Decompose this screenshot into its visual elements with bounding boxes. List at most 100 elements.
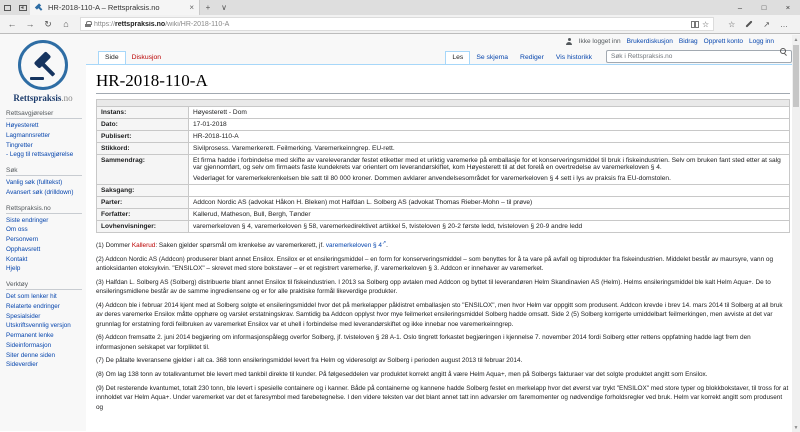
sidebar-item-personvern[interactable]: Personvern xyxy=(6,235,82,245)
sidebar-link[interactable]: Om oss xyxy=(6,225,82,235)
sidebar-link[interactable]: Kontakt xyxy=(6,255,82,265)
infobox-label: Sammendrag: xyxy=(97,155,189,185)
infobox-label: Forfatter: xyxy=(97,209,189,221)
sidebar-item-avansert-sok[interactable]: Avansert søk (drilldown) xyxy=(6,188,82,198)
tab-rediger[interactable]: Rediger xyxy=(514,52,550,64)
sidebar-link[interactable]: Avansert søk (drilldown) xyxy=(6,188,82,198)
sidebar-link[interactable]: Siter denne siden xyxy=(6,351,82,361)
sidebar-link[interactable]: - Legg til rettsavgjørelse xyxy=(6,150,82,160)
sammendrag-p2: Vederlaget for varemerkekrenkelsen ble s… xyxy=(193,175,785,182)
refresh-button[interactable]: ↻ xyxy=(40,19,56,30)
tab-vis-historikk[interactable]: Vis historikk xyxy=(550,52,598,64)
site-logo[interactable]: Rettspraksis.no xyxy=(0,38,86,103)
tab-preview-button[interactable] xyxy=(0,0,15,15)
favorites-hub-icon[interactable]: ☆ xyxy=(728,20,735,29)
share-icon[interactable]: ↗ xyxy=(763,20,770,29)
minimize-button[interactable]: – xyxy=(728,0,752,15)
search-icon[interactable] xyxy=(780,48,788,56)
paragraph-1: (1) Dommer Kallerud: Saken gjelder spørs… xyxy=(96,240,790,250)
close-button[interactable]: × xyxy=(776,0,800,15)
sidebar-link[interactable]: Spesialsider xyxy=(6,312,82,322)
web-note-pen-icon[interactable] xyxy=(746,20,753,27)
sidebar-link[interactable]: Det som lenker hit xyxy=(6,292,82,302)
judge-link[interactable]: Kallerud xyxy=(132,242,155,249)
page-title: HR-2018-110-A xyxy=(96,71,790,94)
wiki-page: Rettspraksis.no Rettsavgjørelser Høyeste… xyxy=(0,34,800,431)
article-content: HR-2018-110-A Instans: Høyesterett - Dom… xyxy=(86,64,800,431)
back-button[interactable]: ← xyxy=(4,19,20,29)
sidebar-link[interactable]: Sideverdier xyxy=(6,360,82,370)
search-input[interactable] xyxy=(606,50,792,63)
logo-name: Rettspraksis xyxy=(13,93,61,103)
set-tabs-aside-button[interactable] xyxy=(15,0,30,15)
tab-diskusjon[interactable]: Diskusjon xyxy=(126,52,167,64)
sidebar-section-rettsavgjorelser: Rettsavgjørelser Høyesterett Lagmannsret… xyxy=(0,110,86,160)
favorite-star-icon[interactable]: ☆ xyxy=(702,20,709,29)
p1-mid: : Saken gjelder spørsmål om krenkelse av… xyxy=(155,242,325,249)
sidebar-item-siter-denne-siden[interactable]: Siter denne siden xyxy=(6,351,82,361)
scrollbar-thumb[interactable] xyxy=(793,45,799,107)
sidebar-link[interactable]: Permanent lenke xyxy=(6,331,82,341)
sidebar-item-lagmannsretter[interactable]: Lagmannsretter xyxy=(6,131,82,141)
sidebar-item-siste-endringer[interactable]: Siste endringer xyxy=(6,216,82,226)
link-opprett-konto[interactable]: Opprett konto xyxy=(704,38,743,45)
sidebar-link[interactable]: Relaterte endringer xyxy=(6,302,82,312)
sidebar-link[interactable]: Personvern xyxy=(6,235,82,245)
link-brukerdiskusjon[interactable]: Brukerdiskusjon xyxy=(627,38,673,45)
tab-list-button[interactable]: ∨ xyxy=(216,0,232,15)
sidebar-link[interactable]: Lagmannsretter xyxy=(6,131,82,141)
window-controls: – □ × xyxy=(728,0,800,15)
sidebar-link[interactable]: Opphavsrett xyxy=(6,245,82,255)
sidebar-link[interactable]: Hjelp xyxy=(6,264,82,274)
infobox-header-strip xyxy=(97,100,790,107)
sidebar-item-om-oss[interactable]: Om oss xyxy=(6,225,82,235)
tab-close-icon[interactable]: × xyxy=(189,3,194,12)
home-button[interactable]: ⌂ xyxy=(58,19,74,29)
sidebar-item-relaterte-endringer[interactable]: Relaterte endringer xyxy=(6,302,82,312)
sidebar-item-opphavsrett[interactable]: Opphavsrett xyxy=(6,245,82,255)
scroll-down-icon[interactable]: ▼ xyxy=(792,423,800,432)
tab-les[interactable]: Les xyxy=(445,51,470,64)
tab-se-skjema[interactable]: Se skjema xyxy=(470,52,514,64)
tab-side[interactable]: Side xyxy=(98,51,126,64)
sidebar-item-legg-til[interactable]: - Legg til rettsavgjørelse xyxy=(6,150,82,160)
link-bidrag[interactable]: Bidrag xyxy=(679,38,698,45)
sidebar-item-vanlig-sok[interactable]: Vanlig søk (fulltekst) xyxy=(6,178,82,188)
more-options-icon[interactable]: … xyxy=(780,20,788,29)
address-bar[interactable]: https://rettspraksis.no/wiki/HR-2018-110… xyxy=(80,17,714,31)
sidebar-link[interactable]: Sideinformasjon xyxy=(6,341,82,351)
law-external-link[interactable]: varemerkeloven § 4 xyxy=(326,242,382,249)
infobox-label: Publisert: xyxy=(97,131,189,143)
sidebar-link[interactable]: Utskriftsvennlig versjon xyxy=(6,321,82,331)
browser-tab[interactable]: HR-2018-110-A – Rettspraksis.no × xyxy=(30,0,200,15)
forward-button[interactable]: → xyxy=(22,19,38,29)
sidebar-link[interactable]: Høyesterett xyxy=(6,121,82,131)
p1-pre: (1) Dommer xyxy=(96,242,132,249)
sidebar-item-kontakt[interactable]: Kontakt xyxy=(6,255,82,265)
sidebar-item-hjelp[interactable]: Hjelp xyxy=(6,264,82,274)
sidebar-link[interactable]: Siste endringer xyxy=(6,216,82,226)
row-stikkord: Stikkord: Sivilprosess. Varemerkerett. F… xyxy=(97,143,790,155)
row-forfatter: Forfatter: Kallerud, Matheson, Bull, Ber… xyxy=(97,209,790,221)
reading-view-icon[interactable] xyxy=(691,21,699,27)
maximize-button[interactable]: □ xyxy=(752,0,776,15)
sidebar-item-sideverdier[interactable]: Sideverdier xyxy=(6,360,82,370)
link-logg-inn[interactable]: Logg inn xyxy=(749,38,774,45)
new-tab-button[interactable]: + xyxy=(200,0,216,15)
infobox-value: Høyesterett - Dom xyxy=(189,107,790,119)
sidebar-item-permanent-lenke[interactable]: Permanent lenke xyxy=(6,331,82,341)
infobox-value: HR-2018-110-A xyxy=(189,131,790,143)
main-column: Ikke logget inn Brukerdiskusjon Bidrag O… xyxy=(86,34,800,431)
sidebar-item-hoyesterett[interactable]: Høyesterett xyxy=(6,121,82,131)
page-scrollbar[interactable]: ▲ ▼ xyxy=(792,35,800,432)
sidebar-item-utskriftsvennlig[interactable]: Utskriftsvennlig versjon xyxy=(6,321,82,331)
scroll-up-icon[interactable]: ▲ xyxy=(792,35,800,44)
sidebar-item-tingretter[interactable]: Tingretter xyxy=(6,141,82,151)
tab-title: HR-2018-110-A – Rettspraksis.no xyxy=(48,3,185,12)
row-lovhenvisninger: Lovhenvisninger: varemerkeloven § 4, var… xyxy=(97,221,790,233)
sidebar-item-lenker-hit[interactable]: Det som lenker hit xyxy=(6,292,82,302)
sidebar-item-spesialsider[interactable]: Spesialsider xyxy=(6,312,82,322)
sidebar-item-sideinformasjon[interactable]: Sideinformasjon xyxy=(6,341,82,351)
sidebar-link[interactable]: Tingretter xyxy=(6,141,82,151)
sidebar-link[interactable]: Vanlig søk (fulltekst) xyxy=(6,178,82,188)
